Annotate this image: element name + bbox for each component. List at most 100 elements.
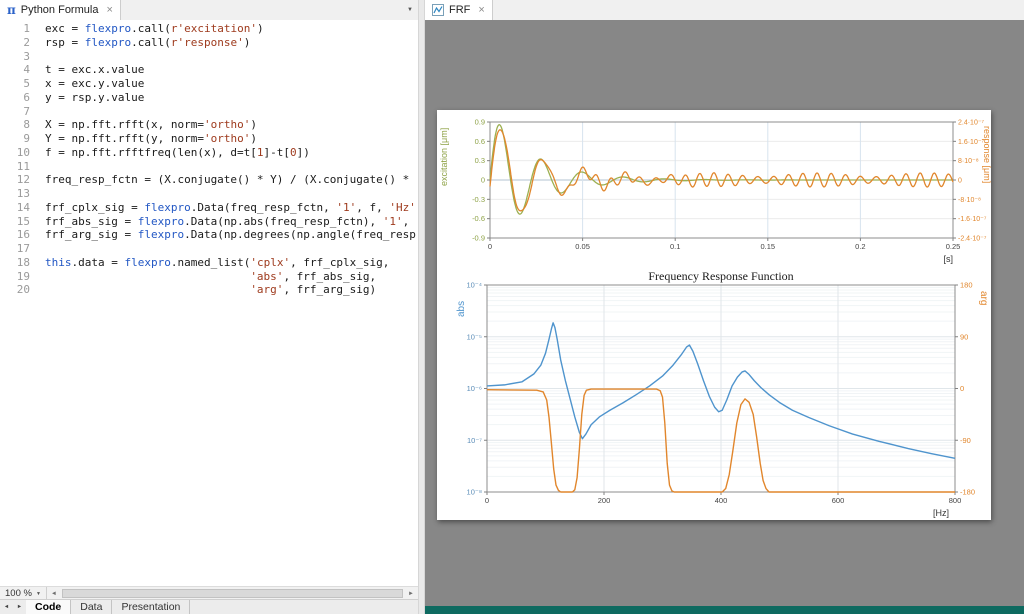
code-text: rsp = flexpro.call(r'response') xyxy=(45,36,250,50)
code-text: frf_arg_sig = flexpro.Data(np.degrees(np… xyxy=(45,228,416,242)
x-tick-label: 800 xyxy=(949,496,962,505)
sheet-tab-bar: ◄ ► Code Data Presentation xyxy=(0,599,418,614)
x-axis-unit: [Hz] xyxy=(933,508,949,518)
code-text: 'abs', frf_abs_sig, xyxy=(45,270,376,284)
tab-frf-title: FRF xyxy=(449,4,470,16)
x-tick-label: 0.1 xyxy=(670,242,680,251)
right-tick-label: 2.4·10⁻⁷ xyxy=(958,120,985,127)
code-text: X = np.fft.rfft(x, norm='ortho') xyxy=(45,118,257,132)
right-tick-label: 8·10⁻⁸ xyxy=(958,158,979,165)
line-number: 18 xyxy=(0,256,30,270)
line-number: 5 xyxy=(0,77,30,91)
code-text: frf_cplx_sig = flexpro.Data(freq_resp_fc… xyxy=(45,201,416,215)
python-formula-icon: π xyxy=(7,3,16,17)
x-tick-label: 0.2 xyxy=(855,242,865,251)
code-text: 'arg', frf_arg_sig) xyxy=(45,283,376,297)
left-axis-title: excitation [μm] xyxy=(439,128,449,186)
line-number: 15 xyxy=(0,215,30,229)
left-tick-label: 0.9 xyxy=(475,118,485,127)
code-text: f = np.fft.rfftfreq(len(x), d=t[1]-t[0]) xyxy=(45,146,310,160)
line-number: 19 xyxy=(0,270,30,284)
code-text: exc = flexpro.call(r'excitation') xyxy=(45,22,264,36)
x-tick-label: 0.25 xyxy=(946,242,961,251)
line-number: 7 xyxy=(0,105,30,119)
tab-python-formula[interactable]: π Python Formula × xyxy=(0,0,121,20)
right-tick-label: 1.6·10⁻⁷ xyxy=(958,139,985,146)
left-tick-label: 0.3 xyxy=(475,156,485,165)
right-tick-label: -1.6·10⁻⁷ xyxy=(958,216,987,223)
right-tick-label: 180 xyxy=(960,281,973,290)
chart-title: Frequency Response Function xyxy=(648,270,793,283)
x-tick-label: 0.05 xyxy=(575,242,590,251)
left-tick-label: 0.6 xyxy=(475,137,485,146)
right-tick-label: -180 xyxy=(960,488,975,497)
line-number: 8 xyxy=(0,118,30,132)
horizontal-scroll-thumb[interactable] xyxy=(62,589,403,598)
line-number: 14 xyxy=(0,201,30,215)
sheet-tab-presentation[interactable]: Presentation xyxy=(112,600,190,614)
code-text: frf_abs_sig = flexpro.Data(np.abs(freq_r… xyxy=(45,215,409,229)
right-tick-label: -8·10⁻⁸ xyxy=(958,197,981,204)
code-text: this.data = flexpro.named_list('cplx', f… xyxy=(45,256,389,270)
x-tick-label: 400 xyxy=(715,496,728,505)
line-number: 10 xyxy=(0,146,30,160)
excitation-response-chart: 0 0.05 0.1 0.15 0.2 0.25 0.9 2.4·10⁻⁷ 0.6 1.6·10⁻… xyxy=(437,110,991,266)
left-tick-label: 10⁻⁶ xyxy=(467,384,482,393)
close-icon[interactable]: × xyxy=(106,4,112,16)
close-icon[interactable]: × xyxy=(478,4,484,16)
line-number: 16 xyxy=(0,228,30,242)
response-series-line xyxy=(490,130,953,211)
left-tick-label: 10⁻⁵ xyxy=(467,332,482,341)
tab-list-dropdown-icon[interactable]: ▼ xyxy=(407,7,413,13)
right-tick-label: 0 xyxy=(958,178,962,185)
x-axis-unit: [s] xyxy=(943,254,953,264)
sheet-tab-code[interactable]: Code xyxy=(26,600,71,614)
frf-chart: 020040060080010⁻⁴18010⁻⁵9010⁻⁶010⁻⁷-9010… xyxy=(437,270,991,520)
line-number: 1 xyxy=(0,22,30,36)
right-tick-label: -2.4·10⁻⁷ xyxy=(958,236,987,243)
left-tick-label: 10⁻⁴ xyxy=(466,281,482,290)
line-number: 2 xyxy=(0,36,30,50)
code-text: y = rsp.y.value xyxy=(45,91,144,105)
x-tick-label: 200 xyxy=(598,496,611,505)
zoom-dropdown-icon[interactable]: ▼ xyxy=(36,591,41,597)
sheet-tab-code-label: Code xyxy=(35,601,61,613)
x-tick-label: 600 xyxy=(832,496,845,505)
line-number: 6 xyxy=(0,91,30,105)
left-tick-label: -0.6 xyxy=(472,214,485,223)
left-axis-title: abs xyxy=(456,301,467,317)
status-strip xyxy=(425,606,1024,614)
left-tick-label: 0 xyxy=(481,176,485,185)
line-number: 11 xyxy=(0,160,30,174)
code-text: t = exc.x.value xyxy=(45,63,144,77)
frf-tab-icon xyxy=(432,4,444,16)
code-text: Y = np.fft.rfft(y, norm='ortho') xyxy=(45,132,257,146)
right-tick-label: 0 xyxy=(960,384,964,393)
flexpro-window: { "icons": { "pi": "π", "close": "×", "t… xyxy=(0,0,1024,614)
left-tick-label: -0.9 xyxy=(472,234,485,243)
excitation-series-line xyxy=(490,125,953,214)
sheet-prev-icon[interactable]: ◄ xyxy=(0,600,13,614)
line-number: 20 xyxy=(0,283,30,297)
tab-frf[interactable]: FRF × xyxy=(425,0,493,20)
sheet-tab-data[interactable]: Data xyxy=(71,600,112,614)
line-number: 3 xyxy=(0,50,30,64)
frf-document-page: 0 0.05 0.1 0.15 0.2 0.25 0.9 2.4·10⁻⁷ 0.6 1.6·10⁻… xyxy=(437,110,991,520)
document-canvas: 0 0.05 0.1 0.15 0.2 0.25 0.9 2.4·10⁻⁷ 0.6 1.6·10⁻… xyxy=(425,20,1024,606)
line-number: 17 xyxy=(0,242,30,256)
line-number: 12 xyxy=(0,173,30,187)
left-tick-label: 10⁻⁸ xyxy=(467,488,482,497)
sheet-tab-data-label: Data xyxy=(80,601,102,613)
right-axis-title: arg xyxy=(978,291,989,305)
code-text: x = exc.y.value xyxy=(45,77,144,91)
right-tick-label: -90 xyxy=(960,436,971,445)
left-tick-label: 10⁻⁷ xyxy=(467,436,482,445)
x-tick-label: 0.15 xyxy=(760,242,775,251)
left-tick-label: -0.3 xyxy=(472,195,485,204)
code-text: freq_resp_fctn = (X.conjugate() * Y) / (… xyxy=(45,173,409,187)
editor-status-bar: 100 % ▼ ◄ ► xyxy=(0,586,418,600)
x-tick-label: 0 xyxy=(485,496,489,505)
sheet-next-icon[interactable]: ► xyxy=(13,600,26,614)
left-tab-bar: π Python Formula × ▼ xyxy=(0,0,418,21)
pane-splitter[interactable] xyxy=(418,0,425,614)
